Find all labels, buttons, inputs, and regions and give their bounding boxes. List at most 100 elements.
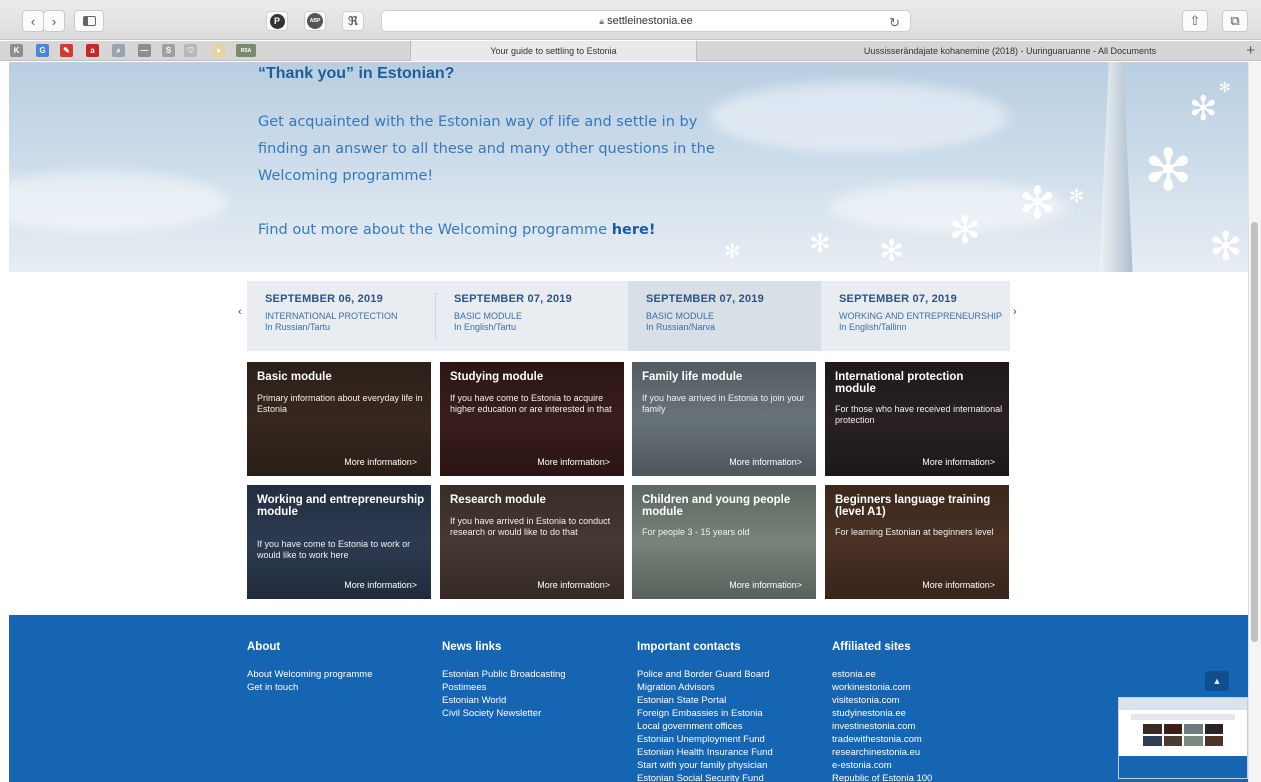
- forward-button[interactable]: ›: [43, 10, 65, 32]
- module-card[interactable]: Research module If you have arrived in Es…: [440, 485, 624, 599]
- footer-link[interactable]: Local government offices: [637, 720, 773, 733]
- more-information-link[interactable]: More information>: [729, 580, 802, 590]
- footer-link[interactable]: Get in touch: [247, 681, 373, 694]
- tab-research-report[interactable]: Uussisserändajate kohanemine (2018) - Uu…: [800, 41, 1220, 61]
- footer-link[interactable]: e-estonia.com: [832, 759, 932, 772]
- module-card[interactable]: Studying module If you have come to Eston…: [440, 362, 624, 476]
- adblock-button[interactable]: ABP: [304, 11, 326, 31]
- cloud-decoration: [9, 172, 229, 232]
- footer-link[interactable]: studyinestonia.ee: [832, 707, 932, 720]
- footer-about: About About Welcoming programme Get in to…: [247, 641, 373, 694]
- module-description: If you have arrived in Estonia to join y…: [642, 393, 805, 414]
- here-link[interactable]: here!: [612, 222, 656, 238]
- share-button[interactable]: ⇧: [1182, 10, 1208, 32]
- event-item[interactable]: SEPTEMBER 06, 2019 INTERNATIONAL PROTECT…: [247, 281, 435, 351]
- more-information-link[interactable]: More information>: [537, 457, 610, 467]
- events-prev-arrow[interactable]: ‹: [238, 306, 242, 318]
- events-next-arrow[interactable]: ›: [1013, 306, 1017, 318]
- module-description: For people 3 - 15 years old: [642, 527, 750, 537]
- tabs-icon: ⧉: [1230, 13, 1240, 28]
- module-card[interactable]: Basic module Primary information about ev…: [247, 362, 431, 476]
- module-card[interactable]: Working and entrepreneurship module If yo…: [247, 485, 431, 599]
- footer-link[interactable]: Estonian Public Broadcasting: [442, 668, 566, 681]
- footer-link[interactable]: About Welcoming programme: [247, 668, 373, 681]
- footer-link[interactable]: tradewithestonia.com: [832, 733, 932, 746]
- scrollbar-thumb[interactable]: [1251, 222, 1258, 642]
- footer-link[interactable]: estonia.ee: [832, 668, 932, 681]
- footer-link[interactable]: Estonian State Portal: [637, 694, 773, 707]
- module-card[interactable]: Children and young people module For peop…: [632, 485, 816, 599]
- reader-icon: ℜ: [348, 14, 358, 28]
- heart-icon[interactable]: ♡: [184, 44, 197, 57]
- footer-link[interactable]: visitestonia.com: [832, 694, 932, 707]
- module-title: Family life module: [642, 371, 743, 383]
- more-information-link[interactable]: More information>: [344, 457, 417, 467]
- event-item[interactable]: SEPTEMBER 07, 2019 WORKING AND ENTREPREN…: [821, 281, 1010, 351]
- module-card[interactable]: Family life module If you have arrived in…: [632, 362, 816, 476]
- hero-text: “Thank you” in Estonian? Get acquainted …: [258, 62, 738, 244]
- event-date: SEPTEMBER 07, 2019: [646, 293, 764, 305]
- circle-icon[interactable]: ●: [212, 44, 225, 57]
- module-card[interactable]: Beginners language training (level A1) Fo…: [825, 485, 1009, 599]
- footer-link[interactable]: Estonian World: [442, 694, 566, 707]
- back-button[interactable]: ‹: [22, 10, 44, 32]
- search-glass-icon[interactable]: ⌕: [112, 44, 125, 57]
- footer-link[interactable]: Estonian Unemployment Fund: [637, 733, 773, 746]
- event-date: SEPTEMBER 07, 2019: [839, 293, 957, 305]
- footer-news-links: News links Estonian Public Broadcasting P…: [442, 641, 566, 720]
- event-item[interactable]: SEPTEMBER 07, 2019 BASIC MODULE In Russi…: [628, 281, 821, 351]
- more-information-link[interactable]: More information>: [537, 580, 610, 590]
- tab-title: Your guide to settling to Estonia: [490, 46, 617, 56]
- events-carousel: SEPTEMBER 06, 2019 INTERNATIONAL PROTECT…: [247, 281, 1010, 351]
- footer-link[interactable]: Republic of Estonia 100: [832, 772, 932, 782]
- reader-button[interactable]: ℜ: [342, 11, 364, 31]
- footer-link[interactable]: Civil Society Newsletter: [442, 707, 566, 720]
- tabs-overview-button[interactable]: ⧉: [1222, 10, 1248, 32]
- module-description: If you have arrived in Estonia to conduc…: [450, 516, 611, 537]
- chevron-up-icon: ▲: [1212, 676, 1222, 686]
- k-icon[interactable]: K: [10, 44, 23, 57]
- event-language: In Russian/Narva: [646, 322, 716, 332]
- footer-heading: About: [247, 641, 281, 653]
- module-description: For those who have received internationa…: [835, 404, 1003, 425]
- module-title: International protection module: [835, 371, 964, 395]
- new-tab-icon[interactable]: +: [1246, 41, 1255, 61]
- footer-link[interactable]: Estonian Social Security Fund: [637, 772, 773, 782]
- more-information-link[interactable]: More information>: [729, 457, 802, 467]
- s-icon[interactable]: S: [162, 44, 175, 57]
- rsa-icon[interactable]: RSA: [236, 44, 256, 57]
- tab-settle-in-estonia[interactable]: Your guide to settling to Estonia: [410, 41, 697, 61]
- thumb-cards: [1143, 724, 1223, 746]
- footer-link[interactable]: Foreign Embassies in Estonia: [637, 707, 773, 720]
- a-icon[interactable]: a: [86, 44, 99, 57]
- google-translate-icon[interactable]: G: [36, 44, 49, 57]
- sidebar-button[interactable]: [74, 10, 104, 32]
- more-information-link[interactable]: More information>: [922, 580, 995, 590]
- sidebar-icon: [82, 16, 96, 26]
- footer-link[interactable]: researchinestonia.eu: [832, 746, 932, 759]
- pdf-icon[interactable]: ✎: [60, 44, 73, 57]
- footer-link[interactable]: Estonian Health Insurance Fund: [637, 746, 773, 759]
- page-preview-thumbnail[interactable]: [1118, 697, 1248, 779]
- footer-link[interactable]: Police and Border Guard Board: [637, 668, 773, 681]
- footer-link[interactable]: Migration Advisors: [637, 681, 773, 694]
- hero-title: “Thank you” in Estonian?: [258, 65, 455, 82]
- footer-link[interactable]: workinestonia.com: [832, 681, 932, 694]
- address-bar[interactable]: 🔒︎ settleinestonia.ee ↻: [381, 10, 911, 32]
- reload-icon[interactable]: ↻: [889, 13, 900, 33]
- event-item[interactable]: SEPTEMBER 07, 2019 BASIC MODULE In Engli…: [436, 281, 628, 351]
- module-description: For learning Estonian at beginners level: [835, 527, 994, 537]
- welcoming-programme-link-line: Find out more about the Welcoming progra…: [258, 217, 738, 244]
- snowflake-icon: ✻: [1069, 186, 1085, 206]
- footer-link[interactable]: investinestonia.com: [832, 720, 932, 733]
- footer-link[interactable]: Start with your family physician: [637, 759, 773, 772]
- dash-icon[interactable]: —: [138, 44, 151, 57]
- module-card[interactable]: International protection module For those…: [825, 362, 1009, 476]
- more-information-link[interactable]: More information>: [344, 580, 417, 590]
- footer-link[interactable]: Postimees: [442, 681, 566, 694]
- event-language: In Russian/Tartu: [265, 322, 331, 332]
- pinterest-button[interactable]: P: [266, 11, 288, 31]
- scroll-to-top-button[interactable]: ▲: [1205, 671, 1229, 691]
- more-information-link[interactable]: More information>: [922, 457, 995, 467]
- module-title: Basic module: [257, 371, 332, 383]
